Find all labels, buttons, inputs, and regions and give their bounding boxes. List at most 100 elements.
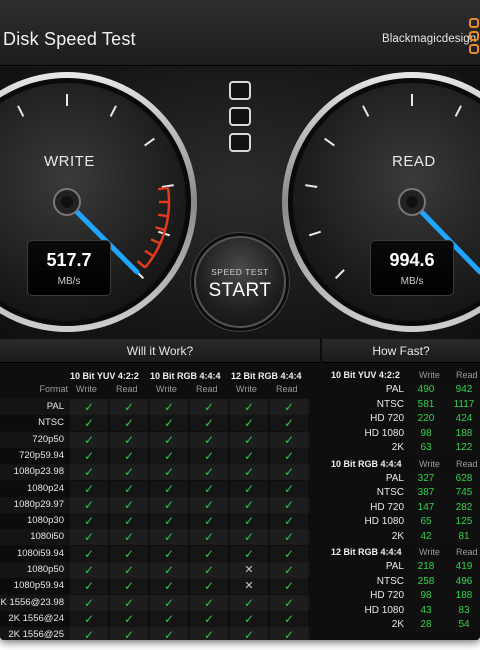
table-row: 1080p29.97 ✓ ✓ ✓ ✓ ✓ ✓ [0, 496, 310, 513]
table-row: 1080p23.98 ✓ ✓ ✓ ✓ ✓ ✓ [0, 464, 310, 481]
format-label: 1080p23.98 [13, 466, 64, 478]
write-fps-value: 43 [408, 603, 444, 618]
checkmark-icon: ✓ [243, 514, 255, 529]
write-value-display: 517.7 MB/s [27, 240, 111, 296]
table-row: 1080p30 ✓ ✓ ✓ ✓ ✓ ✓ [0, 513, 310, 530]
format-label: HD 720 [370, 501, 404, 513]
read-subheader: Read [276, 384, 298, 394]
write-fps-value: 220 [408, 412, 444, 426]
format-label: 2K [391, 619, 404, 630]
format-label: 1080i50 [30, 531, 64, 543]
format-label: 720p59.94 [19, 449, 64, 461]
checkmark-icon: ✓ [203, 563, 215, 577]
how-fast-row: HD 720 98 188 [322, 589, 480, 604]
how-fast-group-header: 12 Bit RGB 4:4:4 Write Read [322, 544, 480, 560]
checkmark-icon: ✓ [203, 546, 215, 561]
checkmark-icon: ✓ [203, 611, 215, 626]
read-fps-value: 628 [446, 471, 480, 486]
checkmark-icon: ✓ [203, 416, 215, 431]
format-label: NTSC [376, 575, 404, 587]
checkmark-icon: ✓ [163, 530, 175, 545]
checkmark-icon: ✓ [123, 530, 135, 545]
read-fps-value: 1117 [446, 397, 480, 412]
brand-logo-text: Blackmagicdesign [382, 33, 477, 45]
table-row: 2K 1556@23.98 ✓ ✓ ✓ ✓ ✓ ✓ [0, 594, 310, 611]
format-label: 1080p59.94 [13, 580, 64, 592]
read-fps-value: 83 [446, 603, 480, 618]
group-name: 12 Bit RGB 4:4:4 [331, 547, 402, 557]
write-gauge-label: WRITE [44, 153, 95, 170]
checkmark-icon: ✓ [83, 628, 95, 640]
how-fast-group-header: 10 Bit RGB 4:4:4 Write Read [322, 456, 480, 472]
checkmark-icon: ✓ [283, 530, 295, 545]
how-fast-row: NTSC 581 1117 [322, 397, 480, 413]
start-button-label: START [208, 280, 272, 301]
write-speed-value: 517.7 [46, 250, 92, 270]
table-row: 1080i50 ✓ ✓ ✓ ✓ ✓ ✓ [0, 529, 310, 546]
read-speed-value: 994.6 [389, 250, 435, 270]
brand-logo-icon [469, 18, 480, 58]
checkmark-icon: ✓ [123, 448, 135, 463]
checkmark-icon: ✓ [163, 497, 175, 512]
format-label: 2K 1556@23.98 [0, 596, 64, 608]
results-area: Will it Work? How Fast? 10 Bit YUV 4:2:2… [0, 339, 480, 640]
checkmark-icon: ✓ [123, 546, 135, 561]
checkmark-icon: ✓ [243, 416, 255, 431]
write-fps-value: 98 [408, 426, 444, 441]
format-label: 1080p24 [27, 482, 64, 494]
write-fps-value: 28 [408, 618, 444, 632]
format-label: PAL [385, 561, 404, 572]
checkmark-icon: ✓ [123, 400, 135, 414]
checkmark-icon: ✓ [163, 448, 175, 463]
checkmark-icon: ✓ [163, 432, 175, 447]
checkmark-icon: ✓ [163, 546, 175, 561]
read-value-display: 994.6 MB/s [370, 240, 454, 296]
how-fast-row: HD 1080 98 188 [322, 426, 480, 442]
checkmark-icon: ✓ [283, 595, 295, 610]
table-row: 720p59.94 ✓ ✓ ✓ ✓ ✓ ✓ [0, 447, 310, 464]
read-fps-value: 54 [446, 618, 480, 632]
checkmark-icon: ✓ [243, 481, 255, 496]
group-name: 10 Bit RGB 4:4:4 [331, 458, 402, 469]
checkmark-icon: ✓ [203, 497, 215, 512]
format-label: PAL [385, 472, 404, 484]
checkmark-icon: ✓ [123, 628, 135, 640]
checkmark-icon: ✓ [163, 628, 175, 640]
app-title: Disk Speed Test [3, 29, 136, 49]
checkmark-icon: ✓ [203, 595, 215, 610]
read-subheader: Read [456, 370, 478, 380]
read-subheader: Read [456, 458, 478, 469]
indicator-box-2 [229, 107, 251, 126]
checkmark-icon: ✓ [83, 514, 95, 529]
read-fps-value: 188 [446, 589, 480, 603]
write-fps-value: 490 [408, 383, 444, 397]
redline-tick [157, 213, 169, 218]
table-row: 1080p50 ✓ ✓ ✓ ✓ ✕ ✓ [0, 562, 310, 578]
checkmark-icon: ✓ [123, 465, 135, 480]
write-fps-value: 327 [408, 471, 444, 486]
start-button[interactable]: SPEED TEST START [194, 236, 286, 328]
format-label: PAL [46, 401, 64, 412]
read-subheader: Read [116, 384, 138, 394]
cross-icon: ✕ [244, 564, 254, 576]
format-label: 1080p50 [27, 564, 64, 575]
format-label: HD 1080 [364, 516, 404, 527]
checkmark-icon: ✓ [243, 611, 255, 626]
checkmark-icon: ✓ [123, 563, 135, 577]
how-fast-row: 2K 63 122 [322, 441, 480, 456]
checkmark-icon: ✓ [83, 611, 95, 626]
group-name: 10 Bit YUV 4:2:2 [331, 370, 400, 380]
read-subheader: Read [196, 384, 218, 394]
group-header: 12 Bit RGB 4:4:4 [231, 371, 302, 381]
checkmark-icon: ✓ [163, 481, 175, 496]
checkmark-icon: ✓ [163, 579, 175, 594]
read-fps-value: 125 [446, 515, 480, 529]
checkmark-icon: ✓ [123, 432, 135, 447]
write-fps-value: 65 [408, 515, 444, 529]
format-label: NTSC [376, 398, 404, 410]
checkmark-icon: ✓ [283, 579, 295, 594]
checkmark-icon: ✓ [203, 514, 215, 529]
checkmark-icon: ✓ [83, 400, 95, 414]
checkmark-icon: ✓ [283, 465, 295, 480]
format-label: 1080i59.94 [16, 547, 64, 559]
